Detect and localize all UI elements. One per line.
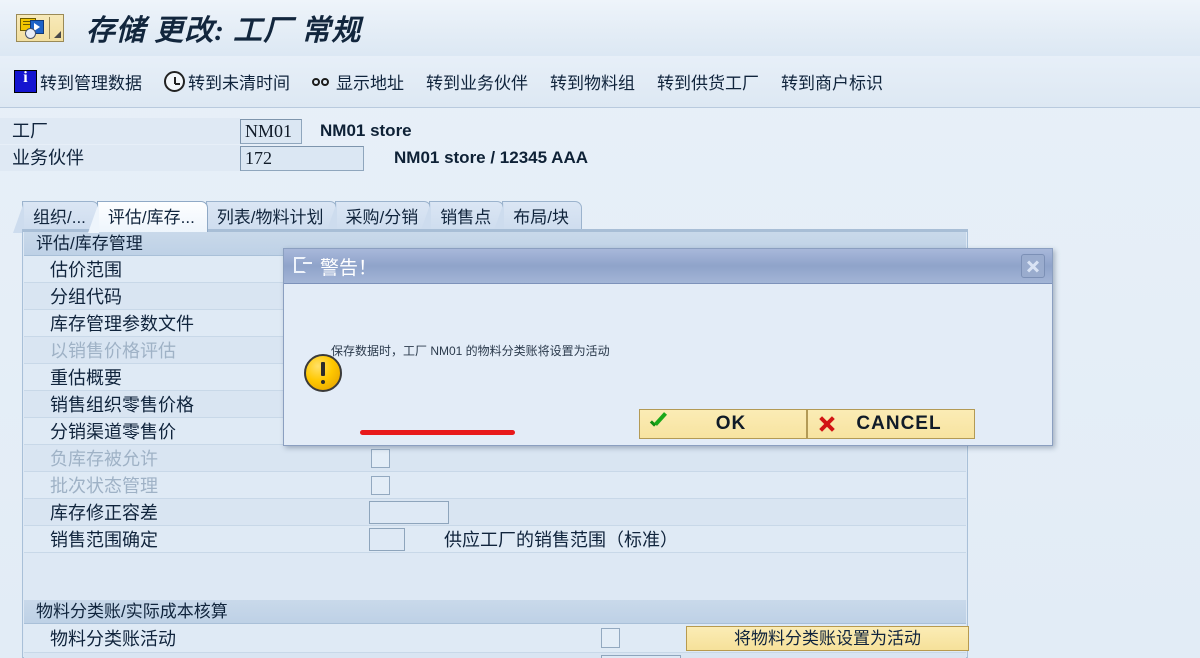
material-ledger-active-checkbox[interactable] — [601, 628, 620, 648]
form-row-label: 销售组织零售价格 — [50, 395, 194, 415]
tab-label: 销售点 — [440, 208, 492, 227]
toolbar-item-open-time[interactable]: 转到未清时间 — [160, 67, 294, 96]
dialog-title-bar: 警告！ — [284, 249, 1052, 284]
page-title: 存储 更改: 工厂 常规 — [86, 15, 362, 47]
toolbar-item-material-group[interactable]: 转到物料组 — [546, 67, 639, 96]
material-ledger-active-row: 物料分类账活动 将物料分类账设置为活动 — [24, 624, 969, 653]
ok-button[interactable]: OK — [639, 409, 807, 439]
plant-input[interactable] — [240, 118, 302, 144]
info-icon — [14, 69, 37, 93]
toolbar-item-label: 转到供货工厂 — [657, 74, 759, 93]
form-row-label: 库存修正容差 — [50, 503, 158, 523]
cancel-button-label: CANCEL — [856, 413, 942, 434]
tab-label: 列表/物料计划 — [216, 208, 324, 227]
form-row-label: 重估概要 — [50, 368, 122, 388]
business-partner-row: 业务伙伴 NM01 store / 12345 AAA — [0, 145, 588, 171]
form-row-label: 销售范围确定 — [50, 530, 158, 550]
warning-dialog-icon — [294, 257, 314, 275]
toolbar-item-merchant-id[interactable]: 转到商户标识 — [777, 67, 887, 96]
material-ledger-header: 物料分类账/实际成本核算 — [24, 600, 966, 624]
material-ledger-extra-row — [24, 653, 966, 658]
plant-label: 工厂 — [0, 118, 240, 144]
form-row-text: 供应工厂的销售范围（标准） — [444, 530, 678, 550]
ok-button-label: OK — [715, 413, 747, 434]
form-row-label: 负库存被允许 — [50, 449, 158, 469]
form-row: 销售范围确定 供应工厂的销售范围（标准） — [24, 526, 966, 553]
form-row-label: 分销渠道零售价 — [50, 422, 176, 442]
tab-5[interactable]: 布局/块 — [493, 201, 583, 233]
form-row-input[interactable] — [369, 500, 449, 524]
tab-3[interactable]: 采购/分销 — [325, 201, 432, 233]
tab-label: 采购/分销 — [345, 208, 419, 227]
application-toolbar: 转到管理数据 转到未清时间 显示地址 转到业务伙伴 转到物料组 转到供货工厂 转… — [0, 56, 1200, 108]
form-row-checkbox[interactable] — [371, 475, 390, 495]
set-material-ledger-active-button[interactable]: 将物料分类账设置为活动 — [686, 626, 969, 651]
header-fields: 工厂 NM01 store 业务伙伴 NM01 store / 12345 AA… — [0, 112, 1200, 174]
toolbar-item-label: 转到物料组 — [550, 74, 635, 93]
toolbar-item-label: 转到业务伙伴 — [426, 74, 528, 93]
chevron-down-icon — [54, 31, 61, 38]
sap-menu-icon — [19, 17, 45, 39]
form-row-label: 分组代码 — [50, 287, 122, 307]
annotation-underline — [360, 430, 515, 435]
dialog-body: 保存数据时，工厂 NM01 的物料分类账将设置为活动 — [284, 284, 1052, 409]
sap-application-window: 存储 更改: 工厂 常规 转到管理数据 转到未清时间 显示地址 转到业务伙伴 转… — [0, 0, 1200, 658]
clock-icon — [164, 71, 185, 92]
tab-2[interactable]: 列表/物料计划 — [196, 201, 337, 233]
toolbar-item-business-partner[interactable]: 转到业务伙伴 — [422, 67, 532, 96]
form-row-input[interactable] — [369, 527, 405, 551]
warning-dialog: 警告！ 保存数据时，工厂 NM01 的物料分类账将设置为活动 OK CANCEL — [283, 248, 1053, 446]
cancel-button[interactable]: CANCEL — [807, 409, 975, 439]
material-ledger-active-label: 物料分类账活动 — [50, 629, 176, 649]
toolbar-item-supplying-plant[interactable]: 转到供货工厂 — [653, 67, 763, 96]
form-row: 库存修正容差 — [24, 499, 966, 526]
plant-description: NM01 store — [320, 121, 412, 140]
tab-label: 布局/块 — [513, 208, 570, 227]
dialog-footer: OK CANCEL — [284, 409, 1052, 445]
check-icon — [648, 414, 670, 434]
close-icon[interactable] — [1021, 254, 1045, 278]
toolbar-item-label: 转到商户标识 — [781, 74, 883, 93]
toolbar-item-label: 显示地址 — [336, 74, 404, 93]
business-partner-description: NM01 store / 12345 AAA — [394, 148, 589, 167]
system-menu-button[interactable] — [16, 14, 64, 42]
tab-label: 评估/库存... — [107, 208, 195, 227]
form-row-label: 以销售价格评估 — [50, 341, 176, 361]
exclamation-icon — [304, 354, 342, 392]
form-row: 批次状态管理 — [24, 472, 966, 499]
form-row-checkbox[interactable] — [371, 448, 390, 468]
dialog-title: 警告！ — [320, 257, 378, 279]
form-row-label: 批次状态管理 — [50, 476, 158, 496]
form-row-label: 估价范围 — [50, 260, 122, 280]
tab-strip: 组织/... 评估/库存... 列表/物料计划 采购/分销 销售点 布局/块 — [13, 198, 583, 233]
form-row: 负库存被允许 — [24, 445, 966, 472]
tab-1[interactable]: 评估/库存... — [87, 201, 208, 233]
toolbar-item-show-address[interactable]: 显示地址 — [308, 67, 408, 96]
form-row-label: 库存管理参数文件 — [50, 314, 194, 334]
toolbar-item-label: 转到未清时间 — [188, 74, 290, 93]
cross-icon — [816, 414, 838, 434]
glasses-icon — [312, 71, 333, 92]
business-partner-input[interactable] — [240, 145, 364, 171]
toolbar-item-admin-data[interactable]: 转到管理数据 — [10, 67, 146, 96]
dialog-message: 保存数据时，工厂 NM01 的物料分类账将设置为活动 — [331, 344, 610, 358]
tab-label: 组织/... — [33, 208, 86, 227]
business-partner-label: 业务伙伴 — [0, 145, 240, 171]
toolbar-item-label: 转到管理数据 — [40, 74, 142, 93]
plant-row: 工厂 NM01 store — [0, 118, 412, 144]
material-ledger-group: 物料分类账/实际成本核算 物料分类账活动 将物料分类账设置为活动 — [24, 600, 969, 658]
title-bar: 存储 更改: 工厂 常规 — [0, 0, 1200, 56]
